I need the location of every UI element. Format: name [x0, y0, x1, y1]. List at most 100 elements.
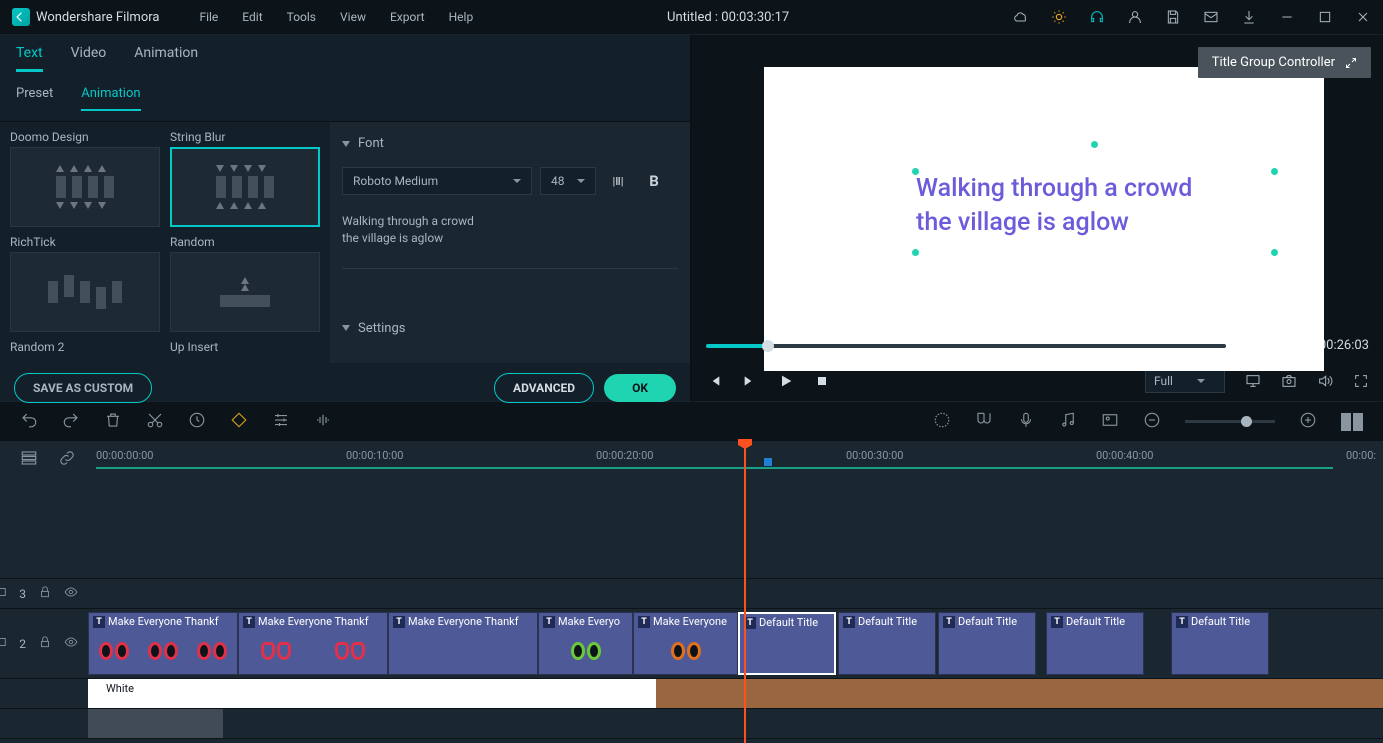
title-group-controller-button[interactable]: Title Group Controller: [1198, 47, 1371, 78]
clip[interactable]: TMake Everyone Thankf: [88, 612, 238, 675]
rotate-handle[interactable]: [1090, 140, 1099, 149]
scrub-thumb[interactable]: [762, 340, 774, 352]
music-icon[interactable]: [1059, 411, 1077, 432]
menu-edit[interactable]: Edit: [232, 6, 272, 28]
track-2-content[interactable]: TMake Everyone Thankf TMake Everyone Tha…: [88, 609, 1383, 678]
clip[interactable]: TMake Everyone: [633, 612, 738, 675]
scrub-track[interactable]: [706, 344, 1226, 348]
track-video-icon: [0, 635, 7, 652]
preset-stringblur[interactable]: String Blur: [170, 128, 320, 227]
user-icon[interactable]: [1127, 9, 1143, 25]
menu-tools[interactable]: Tools: [277, 6, 326, 28]
zoom-thumb[interactable]: [1241, 416, 1252, 427]
canvas[interactable]: Walking through a crowd the village is a…: [764, 67, 1324, 371]
close-icon[interactable]: [1355, 9, 1371, 25]
clip[interactable]: TDefault Title: [1046, 612, 1144, 675]
preset-random2[interactable]: Random 2: [10, 338, 160, 357]
download-icon[interactable]: [1241, 9, 1257, 25]
zoom-out-icon[interactable]: [1143, 411, 1161, 432]
preview-viewport[interactable]: Walking through a crowd the village is a…: [692, 35, 1383, 330]
headphones-icon[interactable]: [1089, 9, 1105, 25]
preset-richtick[interactable]: RichTick: [10, 233, 160, 332]
save-icon[interactable]: [1165, 9, 1181, 25]
preset-doomo[interactable]: Doomo Design: [10, 128, 160, 227]
clip[interactable]: TDefault Title: [1171, 612, 1269, 675]
subtab-animation[interactable]: Animation: [81, 86, 140, 111]
font-family-select[interactable]: Roboto Medium: [342, 167, 532, 195]
lock-icon[interactable]: [38, 585, 52, 602]
font-section-header[interactable]: Font: [342, 132, 678, 161]
subtab-preset[interactable]: Preset: [16, 86, 53, 111]
clip[interactable]: TMake Everyo: [538, 612, 633, 675]
maximize-icon[interactable]: [1317, 9, 1333, 25]
tab-video[interactable]: Video: [71, 45, 107, 72]
menu-file[interactable]: File: [189, 6, 228, 28]
stop-icon[interactable]: [814, 373, 830, 389]
fullscreen-icon[interactable]: [1353, 373, 1369, 389]
track-manager-icon[interactable]: [20, 449, 38, 470]
eye-icon[interactable]: [64, 635, 78, 652]
line-spacing-icon[interactable]: |‖|: [604, 167, 632, 195]
sun-icon[interactable]: [1051, 9, 1067, 25]
settings-section-header[interactable]: Settings: [342, 317, 678, 346]
tab-animation[interactable]: Animation: [134, 45, 198, 72]
quality-select[interactable]: Full: [1145, 369, 1225, 393]
step-back-icon[interactable]: [706, 373, 722, 389]
ok-button[interactable]: OK: [604, 374, 676, 402]
handle-bl[interactable]: [911, 248, 920, 257]
play-icon[interactable]: [778, 373, 794, 389]
save-as-custom-button[interactable]: SAVE AS CUSTOM: [14, 373, 152, 403]
zoom-fit-icon[interactable]: [1341, 413, 1363, 431]
handle-tl[interactable]: [911, 167, 920, 176]
voiceover-icon[interactable]: [1017, 411, 1035, 432]
clip[interactable]: TMake Everyone Thankf: [238, 612, 388, 675]
clip[interactable]: TDefault Title: [838, 612, 936, 675]
out-marker[interactable]: [764, 458, 772, 466]
audio-clip[interactable]: [656, 679, 1383, 708]
step-forward-icon[interactable]: [742, 373, 758, 389]
menu-export[interactable]: Export: [380, 6, 435, 28]
snapshot-icon[interactable]: [1281, 373, 1297, 389]
mail-icon[interactable]: [1203, 9, 1219, 25]
preset-random[interactable]: Random: [170, 233, 320, 332]
preset-upinsert[interactable]: Up Insert: [170, 338, 320, 357]
handle-br[interactable]: [1270, 248, 1279, 257]
zoom-in-icon[interactable]: [1299, 411, 1317, 432]
tab-text[interactable]: Text: [16, 45, 43, 72]
monitor-icon[interactable]: [1245, 373, 1261, 389]
undo-icon[interactable]: [20, 411, 38, 432]
zoom-slider[interactable]: [1185, 420, 1275, 423]
clip[interactable]: TMake Everyone Thankf: [388, 612, 538, 675]
crop-icon[interactable]: [230, 411, 248, 432]
cut-icon[interactable]: [146, 411, 164, 432]
speed-icon[interactable]: [188, 411, 206, 432]
render-icon[interactable]: [933, 411, 951, 432]
text-preview[interactable]: Walking through a crowd the village is a…: [342, 207, 678, 268]
adjust-icon[interactable]: [272, 411, 290, 432]
advanced-button[interactable]: ADVANCED: [494, 373, 594, 403]
marker-icon[interactable]: [975, 411, 993, 432]
clip[interactable]: TDefault Title: [938, 612, 1036, 675]
cloud-icon[interactable]: [1013, 9, 1029, 25]
selection-box[interactable]: Walking through a crowd the village is a…: [916, 172, 1274, 252]
delete-icon[interactable]: [104, 411, 122, 432]
volume-icon[interactable]: [1317, 373, 1333, 389]
audio-clip-white[interactable]: White: [88, 679, 656, 708]
handle-tr[interactable]: [1270, 167, 1279, 176]
picture-icon[interactable]: [1101, 411, 1119, 432]
redo-icon[interactable]: [62, 411, 80, 432]
link-icon[interactable]: [58, 449, 76, 470]
clip-selected[interactable]: TDefault Title: [738, 612, 836, 675]
menu-view[interactable]: View: [330, 6, 376, 28]
bold-icon[interactable]: B: [640, 167, 668, 195]
playhead[interactable]: [744, 441, 746, 743]
time-ruler[interactable]: 00:00:00:00 00:00:10:00 00:00:20:00 00:0…: [96, 449, 1383, 477]
eye-icon[interactable]: [64, 585, 78, 602]
font-size-select[interactable]: 48: [540, 167, 596, 195]
minimize-icon[interactable]: [1279, 9, 1295, 25]
audio-icon[interactable]: [314, 411, 332, 432]
lock-icon[interactable]: [38, 635, 52, 652]
menu-help[interactable]: Help: [439, 6, 484, 28]
clip-stub[interactable]: [88, 709, 223, 738]
audio-track-content[interactable]: White: [88, 679, 1383, 708]
